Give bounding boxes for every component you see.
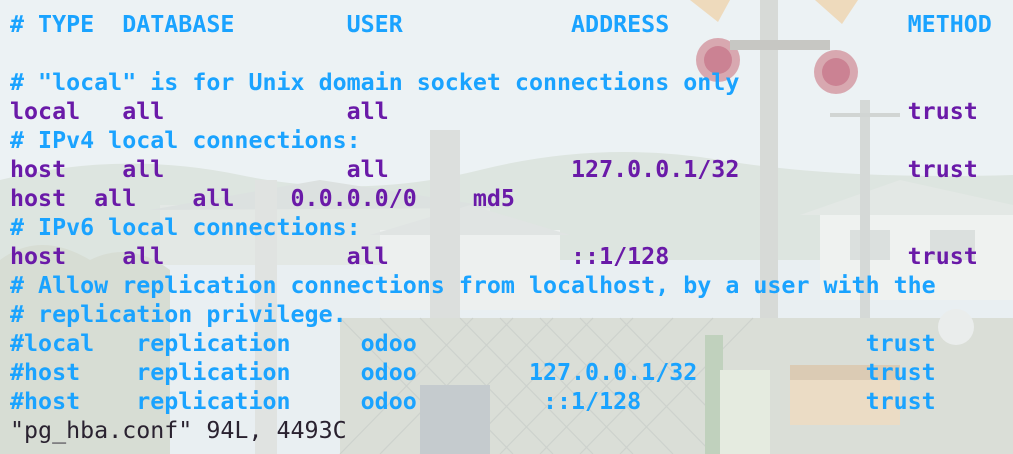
config-line-host-all: host all all 0.0.0.0/0 md5 — [10, 185, 515, 212]
comment-ipv4-line: # IPv4 local connections: — [10, 127, 361, 154]
comment-replication-line-2: # replication privilege. — [10, 301, 347, 328]
header-comment-line: # TYPE DATABASE USER ADDRESS METHOD — [10, 11, 992, 38]
comment-replication-line-1: # Allow replication connections from loc… — [10, 272, 936, 299]
commented-config-host-replication-ipv4: #host replication odoo 127.0.0.1/32 trus… — [10, 359, 936, 386]
config-line-host-ipv4: host all all 127.0.0.1/32 trust — [10, 156, 978, 183]
config-line-local: local all all trust — [10, 98, 978, 125]
status-line: "pg_hba.conf" 94L, 4493C — [10, 417, 347, 444]
commented-config-host-replication-ipv6: #host replication odoo ::1/128 trust — [10, 388, 936, 415]
config-line-host-ipv6: host all all ::1/128 trust — [10, 243, 978, 270]
comment-local-line: # "local" is for Unix domain socket conn… — [10, 69, 740, 96]
comment-ipv6-line: # IPv6 local connections: — [10, 214, 361, 241]
commented-config-local-replication: #local replication odoo trust — [10, 330, 936, 357]
terminal-editor[interactable]: # TYPE DATABASE USER ADDRESS METHOD # "l… — [0, 0, 1013, 454]
